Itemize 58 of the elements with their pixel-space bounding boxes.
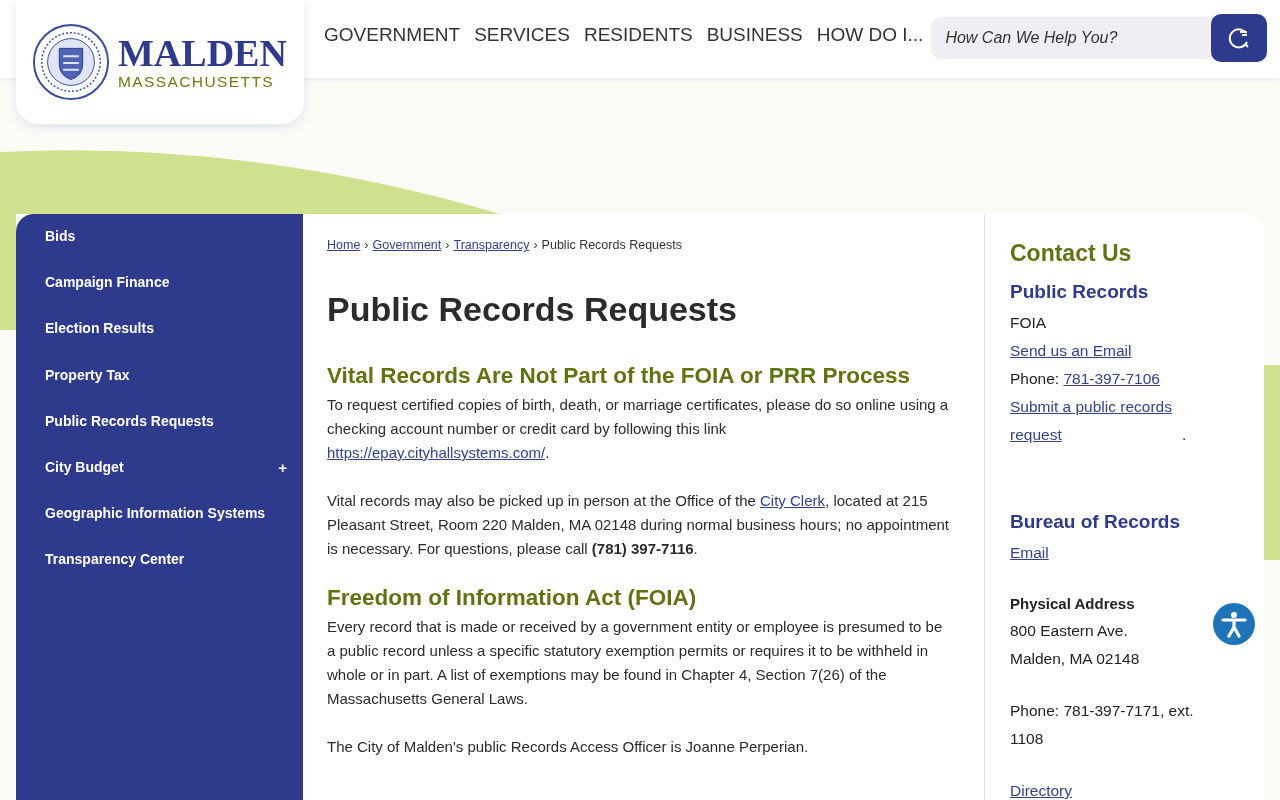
nav-link[interactable]: HOW DO I... xyxy=(816,24,924,46)
sidebar-item[interactable]: Property Tax xyxy=(16,362,303,409)
address-label: Physical Address xyxy=(1010,594,1135,614)
breadcrumb-link[interactable]: Transparency xyxy=(453,238,530,252)
sidebar-item[interactable]: Transparency Center xyxy=(16,547,303,594)
directory-link[interactable]: Directory xyxy=(1010,777,1072,800)
paragraph: To request certified copies of birth, death, or marriage certificates, please do so online using a checking account number or credit card by following this link https://epay.cityhallsystems.com/. xyxy=(327,395,950,463)
paragraph: The City of Malden's public Records Access Officer is Joanne Perperian. xyxy=(327,737,810,757)
contact-text: Submit a public records request . xyxy=(1010,393,1187,449)
sidebar-item[interactable]: Geographic Information Systems xyxy=(16,501,303,548)
breadcrumb-current: Public Records Requests xyxy=(541,238,682,252)
address-line: 800 Eastern Ave. xyxy=(1010,621,1128,641)
sidebar-link[interactable]: Public Records Requests xyxy=(45,412,214,429)
nav-link[interactable]: BUSINESS xyxy=(706,24,803,46)
nav-link[interactable]: RESIDENTS xyxy=(583,24,693,46)
search-button[interactable] xyxy=(1211,14,1268,62)
section-heading: Freedom of Information Act (FOIA) xyxy=(327,585,698,611)
phone-text: Phone: 781-397-7171, ext. 1108 xyxy=(1010,701,1195,749)
contact-link[interactable]: Submit a public records request xyxy=(1010,393,1182,449)
address-line: Malden, MA 02148 xyxy=(1010,649,1140,669)
page-title: Public Records Requests xyxy=(327,290,738,329)
paragraph: Every record that is made or received by a government entity or employee is presumed to be a public record unless a specific statutory exemption permits or requires it to be withheld in whole or in part. A list of exemptions may be found in Chapter 4, Section 7(26) of the Massachusetts General Laws. xyxy=(327,617,944,709)
contact-title: Contact Us xyxy=(1010,240,1133,267)
sidebar-link[interactable]: Election Results xyxy=(45,320,154,337)
breadcrumb-separator: › xyxy=(445,238,450,252)
search-field[interactable]: How Can We Help You? xyxy=(931,17,1214,59)
sidebar-link[interactable]: Property Tax xyxy=(45,366,130,383)
breadcrumb-link[interactable]: Government xyxy=(372,238,442,252)
sidebar-link[interactable]: City Budget xyxy=(45,458,124,475)
section-heading: Vital Records Are Not Part of the FOIA or PRR Process xyxy=(327,363,912,389)
contact-text: FOIA xyxy=(1010,313,1047,333)
sidebar-link[interactable]: Transparency Center xyxy=(45,551,185,568)
text-link[interactable]: https://epay.cityhallsystems.com/ xyxy=(327,444,546,461)
sidebar-link[interactable]: Bids xyxy=(45,228,76,244)
seal-icon xyxy=(32,23,110,101)
logo-subtitle: MASSACHUSETTS xyxy=(118,73,275,91)
sidebar-item[interactable]: City Budget + xyxy=(16,454,303,502)
expand-toggle[interactable]: + xyxy=(278,458,287,476)
nav-link[interactable]: GOVERNMENT xyxy=(324,24,461,46)
accessibility-icon xyxy=(1220,610,1248,638)
contact-link[interactable]: Email xyxy=(1010,539,1049,567)
sidebar-item[interactable]: Public Records Requests xyxy=(16,408,303,455)
nav-link[interactable]: SERVICES xyxy=(474,24,570,46)
sidebar-item[interactable]: Election Results xyxy=(16,316,303,363)
contact-link[interactable]: Send us an Email xyxy=(1010,337,1132,365)
contact-heading: Bureau of Records xyxy=(1010,511,1181,533)
breadcrumb-link[interactable]: Home xyxy=(327,238,361,252)
contact-heading: Public Records xyxy=(1010,281,1150,303)
sidebar-link[interactable]: Campaign Finance xyxy=(45,274,170,291)
breadcrumb-separator: › xyxy=(364,238,369,252)
sidebar-link[interactable]: Geographic Information Systems xyxy=(45,505,266,522)
sidebar-item[interactable]: Campaign Finance xyxy=(16,270,303,317)
logo-wordmark[interactable]: MALDEN xyxy=(118,33,287,73)
sidebar-item[interactable]: Bids xyxy=(16,224,303,271)
contact-link[interactable]: 781-397-7106 xyxy=(1063,365,1160,393)
contact-text: Phone: 781-397-7106 xyxy=(1010,365,1160,393)
breadcrumb-separator: › xyxy=(533,238,538,252)
paragraph: Vital records may also be picked up in person at the Office of the City Clerk, located at 215 Pleasant Street, Room 220 Malden, MA 02148 during normal business hours; no appointment is necessary. For questions, please call (781) 397-7116. xyxy=(327,491,950,559)
